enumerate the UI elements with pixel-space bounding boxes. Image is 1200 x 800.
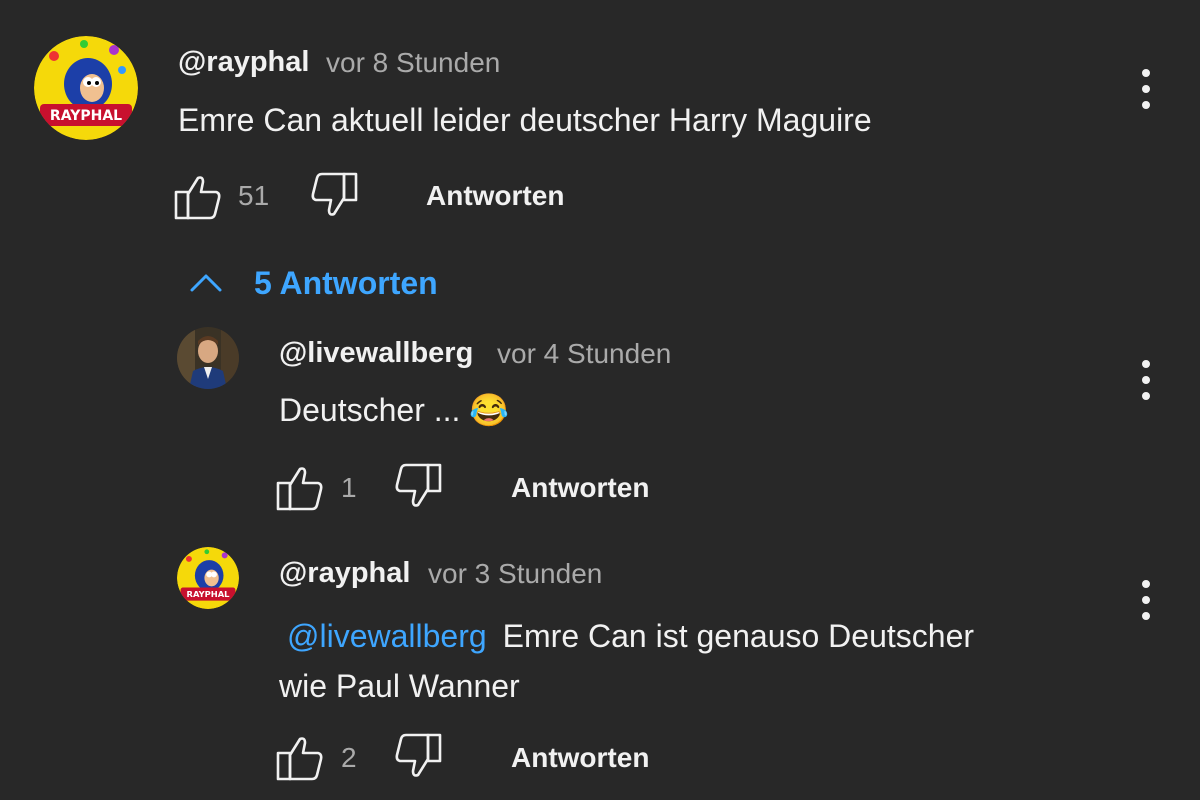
dislike-icon[interactable]	[394, 463, 442, 509]
svg-text:RAYPHAL: RAYPHAL	[50, 108, 122, 124]
reply-text-line1: Emre Can ist genauso Deutscher	[502, 618, 975, 654]
like-icon[interactable]	[276, 465, 324, 511]
like-count: 2	[341, 742, 357, 773]
like-icon[interactable]	[174, 174, 222, 220]
like-icon[interactable]	[276, 735, 324, 781]
reply-text: @livewallberg Emre Can ist genauso Deutsc…	[279, 611, 1099, 711]
reply-time[interactable]: vor 4 Stunden	[497, 337, 671, 371]
like-count: 1	[341, 472, 357, 503]
avatar[interactable]: RAYPHAL	[34, 36, 138, 140]
more-options-icon[interactable]	[1134, 68, 1158, 110]
svg-text:RAYPHAL: RAYPHAL	[187, 589, 231, 599]
chevron-up-icon	[188, 272, 224, 294]
replies-toggle-label: 5 Antworten	[254, 265, 438, 301]
dislike-icon[interactable]	[394, 733, 442, 779]
reply-text-line2: wie Paul Wanner	[279, 668, 520, 704]
comment-text: Emre Can aktuell leider deutscher Harry …	[178, 102, 872, 138]
reply-button[interactable]: Antworten	[511, 742, 649, 774]
reply-author[interactable]: @livewallberg	[279, 336, 473, 370]
comment-time[interactable]: vor 8 Stunden	[326, 46, 500, 80]
comment-author[interactable]: @rayphal	[178, 45, 309, 79]
reply-button[interactable]: Antworten	[511, 472, 649, 504]
reply-time[interactable]: vor 3 Stunden	[428, 557, 602, 591]
more-options-icon[interactable]	[1134, 359, 1158, 401]
mention-link[interactable]: @livewallberg	[287, 618, 487, 654]
more-options-icon[interactable]	[1134, 579, 1158, 621]
avatar[interactable]	[177, 327, 239, 389]
avatar[interactable]: RAYPHAL	[177, 547, 239, 609]
reply-button[interactable]: Antworten	[426, 180, 564, 212]
reply-author[interactable]: @rayphal	[279, 556, 410, 590]
like-count: 51	[238, 180, 270, 211]
reply-text: Deutscher ... 😂	[279, 392, 510, 428]
dislike-icon[interactable]	[310, 172, 358, 218]
replies-toggle[interactable]: 5 Antworten	[188, 262, 468, 306]
